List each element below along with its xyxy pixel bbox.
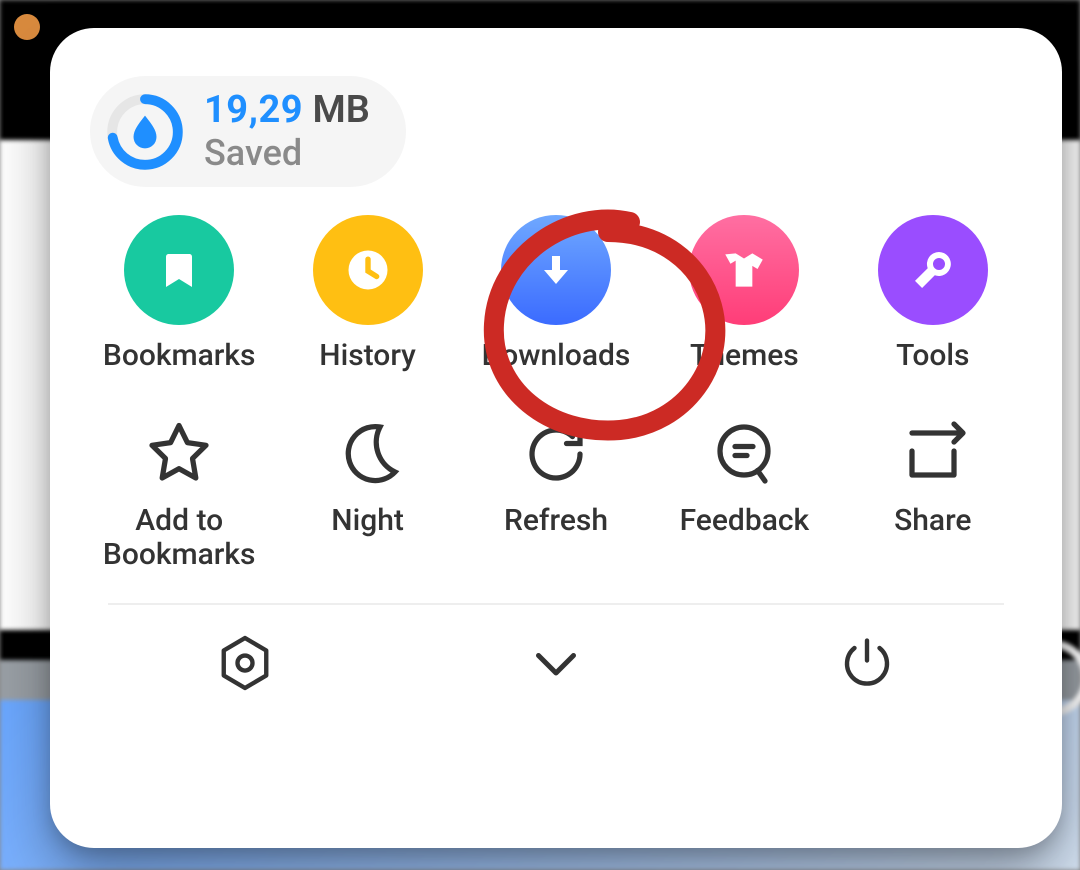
menu-item-label: Downloads [482, 339, 631, 374]
data-saver-label: Saved [204, 134, 370, 174]
data-saver-unit: MB [313, 88, 370, 132]
menu-item-themes[interactable]: Themes [655, 215, 833, 374]
refresh-icon [520, 418, 592, 490]
settings-button[interactable] [209, 627, 281, 699]
power-icon [837, 633, 897, 693]
menu-item-label: Refresh [504, 504, 608, 539]
collapse-button[interactable] [520, 627, 592, 699]
menu-item-label: Themes [690, 339, 799, 374]
clock-icon [313, 215, 423, 325]
exit-button[interactable] [831, 627, 903, 699]
menu-item-downloads[interactable]: Downloads [467, 215, 645, 374]
settings-hex-icon [215, 633, 275, 693]
menu-item-feedback[interactable]: Feedback [655, 418, 833, 573]
data-saver-pill[interactable]: 19,29 MB Saved [90, 76, 406, 187]
menu-item-label: Add to Bookmarks [90, 504, 268, 573]
menu-item-tools[interactable]: Tools [844, 215, 1022, 374]
share-icon [897, 418, 969, 490]
star-icon [143, 418, 215, 490]
menu-item-label: Tools [896, 339, 969, 374]
divider [108, 603, 1004, 605]
menu-item-label: Feedback [680, 504, 810, 539]
wrench-icon [878, 215, 988, 325]
data-saver-text: 19,29 MB Saved [204, 90, 370, 173]
menu-item-label: Bookmarks [103, 339, 256, 374]
menu-item-bookmarks[interactable]: Bookmarks [90, 215, 268, 374]
menu-item-history[interactable]: History [278, 215, 456, 374]
moon-icon [332, 418, 404, 490]
bottom-bar [90, 627, 1022, 699]
menu-item-label: History [319, 339, 416, 374]
status-dot [14, 14, 40, 40]
tshirt-icon [689, 215, 799, 325]
browser-menu-sheet: 19,29 MB Saved Bookmarks History Downloa… [50, 28, 1062, 848]
data-saver-amount: 19,29 [204, 88, 303, 132]
menu-item-share[interactable]: Share [844, 418, 1022, 573]
menu-item-refresh[interactable]: Refresh [467, 418, 645, 573]
menu-grid: Bookmarks History Downloads Themes Tools [90, 215, 1022, 573]
menu-item-night[interactable]: Night [278, 418, 456, 573]
chat-icon [708, 418, 780, 490]
download-icon [501, 215, 611, 325]
chevron-down-icon [526, 633, 586, 693]
menu-item-label: Night [331, 504, 404, 539]
menu-item-add-bookmark[interactable]: Add to Bookmarks [90, 418, 268, 573]
bookmark-icon [124, 215, 234, 325]
data-saver-progress-icon [104, 91, 186, 173]
menu-item-label: Share [894, 504, 971, 539]
